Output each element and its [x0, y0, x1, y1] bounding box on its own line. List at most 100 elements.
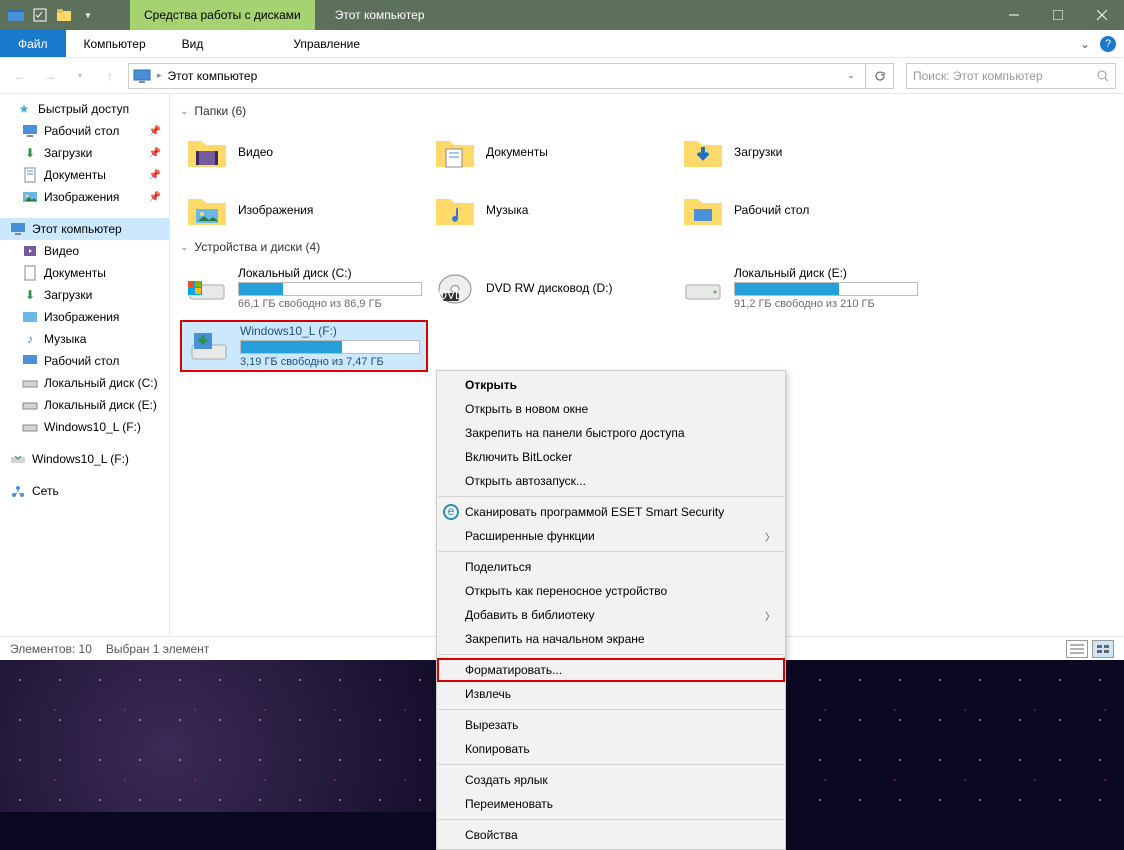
sidebar-this-pc[interactable]: Этот компьютер — [0, 218, 169, 240]
sidebar-pictures[interactable]: Изображения📌 — [0, 186, 169, 208]
qat-dropdown-icon[interactable]: ▼ — [80, 7, 96, 23]
ctx-autoplay[interactable]: Открыть автозапуск... — [437, 469, 785, 493]
sidebar-network[interactable]: Сеть — [0, 480, 169, 502]
maximize-button[interactable] — [1036, 0, 1080, 30]
folder-video[interactable]: Видео — [180, 126, 428, 178]
chevron-down-icon: ⌄ — [180, 242, 188, 253]
menu-manage[interactable]: Управление — [253, 30, 400, 57]
address-bar-row: ← → ▾ ↑ ▸ Этот компьютер ⌄ Поиск: Этот к… — [0, 58, 1124, 94]
status-count: Элементов: 10 — [10, 642, 92, 656]
minimize-button[interactable] — [992, 0, 1036, 30]
address-bar[interactable]: ▸ Этот компьютер ⌄ — [128, 63, 866, 89]
sidebar-music[interactable]: ♪Музыка — [0, 328, 169, 350]
folder-documents[interactable]: Документы — [428, 126, 676, 178]
context-menu: Открыть Открыть в новом окне Закрепить н… — [436, 370, 786, 850]
ctx-open-new-window[interactable]: Открыть в новом окне — [437, 397, 785, 421]
up-button[interactable]: ↑ — [98, 64, 122, 88]
sidebar-documents[interactable]: Документы📌 — [0, 164, 169, 186]
menu-view[interactable]: Вид — [164, 30, 222, 57]
video-icon — [22, 243, 38, 259]
help-icon[interactable]: ? — [1100, 36, 1116, 52]
drive-dvd[interactable]: DVD DVD RW дисковод (D:) — [428, 262, 676, 314]
network-icon — [10, 483, 26, 499]
pictures-icon — [22, 189, 38, 205]
desktop-icon — [22, 353, 38, 369]
ctx-open[interactable]: Открыть — [437, 373, 785, 397]
search-placeholder: Поиск: Этот компьютер — [913, 69, 1097, 83]
svg-text:e: e — [448, 504, 455, 518]
sidebar-quick-access[interactable]: ★Быстрый доступ — [0, 98, 169, 120]
menu-file[interactable]: Файл — [0, 30, 66, 57]
app-icon — [8, 7, 24, 23]
ctx-properties[interactable]: Свойства — [437, 823, 785, 847]
dvd-icon: DVD — [434, 267, 476, 309]
search-icon — [1097, 70, 1109, 82]
drive-local-c[interactable]: Локальный диск (C:)66,1 ГБ свободно из 8… — [180, 262, 428, 314]
folder-music[interactable]: Музыка — [428, 184, 676, 236]
eset-icon: e — [443, 504, 459, 520]
group-folders[interactable]: ⌄Папки (6) — [180, 104, 1114, 118]
search-box[interactable]: Поиск: Этот компьютер — [906, 63, 1116, 89]
address-dropdown-icon[interactable]: ⌄ — [841, 70, 861, 81]
ctx-advanced[interactable]: Расширенные функции〉 — [437, 524, 785, 548]
menu-computer[interactable]: Компьютер — [66, 30, 164, 57]
new-folder-icon[interactable] — [56, 7, 72, 23]
drive-windows10-f[interactable]: Windows10_L (F:)3,19 ГБ свободно из 7,47… — [180, 320, 428, 372]
sidebar-local-c[interactable]: Локальный диск (C:) — [0, 372, 169, 394]
ctx-copy[interactable]: Копировать — [437, 737, 785, 761]
details-view-button[interactable] — [1066, 640, 1088, 658]
svg-text:DVD: DVD — [438, 288, 464, 302]
sidebar-videos[interactable]: Видео — [0, 240, 169, 262]
forward-button[interactable]: → — [38, 64, 62, 88]
folder-icon — [682, 189, 724, 231]
titlebar: ▼ Средства работы с дисками Этот компьют… — [0, 0, 1124, 30]
sidebar-downloads2[interactable]: ⬇Загрузки — [0, 284, 169, 306]
sidebar-downloads[interactable]: ⬇Загрузки📌 — [0, 142, 169, 164]
close-button[interactable] — [1080, 0, 1124, 30]
drive-icon — [682, 267, 724, 309]
usage-bar — [734, 282, 918, 296]
ctx-pin-start[interactable]: Закрепить на начальном экране — [437, 627, 785, 651]
group-drives[interactable]: ⌄Устройства и диски (4) — [180, 240, 1114, 254]
ctx-cut[interactable]: Вырезать — [437, 713, 785, 737]
ribbon-expand-icon[interactable]: ⌄ — [1080, 37, 1090, 51]
sidebar-documents2[interactable]: Документы — [0, 262, 169, 284]
sidebar-desktop2[interactable]: Рабочий стол — [0, 350, 169, 372]
back-button[interactable]: ← — [8, 64, 32, 88]
pin-icon: 📌 — [149, 126, 161, 137]
ctx-shortcut[interactable]: Создать ярлык — [437, 768, 785, 792]
sidebar-local-e[interactable]: Локальный диск (E:) — [0, 394, 169, 416]
ctx-eject[interactable]: Извлечь — [437, 682, 785, 706]
ctx-library[interactable]: Добавить в библиотеку〉 — [437, 603, 785, 627]
ctx-format[interactable]: Форматировать... — [437, 658, 785, 682]
pictures-icon — [22, 309, 38, 325]
ctx-rename[interactable]: Переименовать — [437, 792, 785, 816]
drive-icon — [22, 397, 38, 413]
usb-icon — [22, 419, 38, 435]
icons-view-button[interactable] — [1092, 640, 1114, 658]
downloads-icon: ⬇ — [22, 145, 38, 161]
sidebar-windows10-f[interactable]: Windows10_L (F:) — [0, 416, 169, 438]
ctx-pin-quick-access[interactable]: Закрепить на панели быстрого доступа — [437, 421, 785, 445]
refresh-button[interactable] — [866, 63, 894, 89]
pc-icon — [10, 221, 26, 237]
music-icon: ♪ — [22, 331, 38, 347]
pin-icon: 📌 — [149, 170, 161, 181]
ctx-bitlocker[interactable]: Включить BitLocker — [437, 445, 785, 469]
sidebar-desktop[interactable]: Рабочий стол📌 — [0, 120, 169, 142]
ctx-portable[interactable]: Открыть как переносное устройство — [437, 579, 785, 603]
drive-local-e[interactable]: Локальный диск (E:)91,2 ГБ свободно из 2… — [676, 262, 924, 314]
sidebar-windows10-f2[interactable]: Windows10_L (F:) — [0, 448, 169, 470]
properties-icon[interactable] — [32, 7, 48, 23]
pin-icon: 📌 — [149, 148, 161, 159]
folder-icon — [186, 189, 228, 231]
sidebar-pictures2[interactable]: Изображения — [0, 306, 169, 328]
ctx-share[interactable]: Поделиться — [437, 555, 785, 579]
folder-icon — [434, 131, 476, 173]
desktop-icon — [22, 123, 38, 139]
folder-downloads[interactable]: Загрузки — [676, 126, 924, 178]
folder-desktop[interactable]: Рабочий стол — [676, 184, 924, 236]
ctx-eset-scan[interactable]: eСканировать программой ESET Smart Secur… — [437, 500, 785, 524]
recent-dropdown[interactable]: ▾ — [68, 64, 92, 88]
folder-pictures[interactable]: Изображения — [180, 184, 428, 236]
